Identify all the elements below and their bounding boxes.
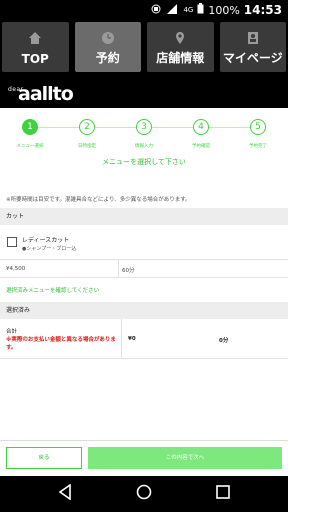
nav-mypage-label: マイページ bbox=[222, 51, 283, 65]
logo-bar: dear aallto bbox=[0, 76, 288, 108]
nav-shop-info-label: 店舗情報 bbox=[156, 51, 205, 65]
step-5-number: 5 bbox=[250, 119, 266, 135]
nav-shop-info-button[interactable]: 店舗情報 bbox=[147, 22, 214, 72]
step-5-label: 予約完了 bbox=[249, 144, 267, 149]
total-divider bbox=[121, 319, 122, 359]
map-pin-icon bbox=[173, 31, 187, 49]
selected-section-header: 選択済み bbox=[0, 302, 288, 319]
duration-note: ※所要時間は目安です。混雑具合などにより、多少異なる場合があります。 bbox=[6, 197, 191, 203]
cut-section-header: カット bbox=[0, 208, 288, 225]
menu-item-price: ¥4,500 bbox=[6, 266, 26, 272]
back-triangle-icon[interactable] bbox=[58, 483, 72, 504]
menu-price-row: ¥4,500 60分 bbox=[0, 260, 288, 278]
price-divider bbox=[118, 260, 119, 278]
footer-actions: 戻る この内容で次へ bbox=[0, 440, 288, 476]
menu-item-ladies-cut[interactable]: レディースカット ●シャンプー・ブロー込 bbox=[0, 225, 288, 260]
confirm-selected-link[interactable]: 選択済みメニューを確認してください bbox=[6, 286, 99, 294]
step-3: 3 情報入力 bbox=[115, 119, 173, 149]
status-bar: 4G 100% 14:53 bbox=[0, 0, 288, 20]
nav-reserve-button[interactable]: 予約 bbox=[74, 22, 141, 72]
clock-icon bbox=[101, 31, 115, 49]
next-button[interactable]: この内容で次へ bbox=[88, 447, 282, 469]
system-navigation-bar bbox=[0, 476, 288, 512]
menu-item-description: ●シャンプー・ブロー込 bbox=[22, 246, 77, 252]
nav-reserve-label: 予約 bbox=[95, 51, 120, 65]
step-1: 1 メニュー選択 bbox=[1, 119, 59, 149]
status-icons: 4G 100% 14:53 bbox=[151, 3, 282, 17]
top-navigation: TOP 予約 店舗情報 マイページ bbox=[0, 20, 288, 76]
step-4-label: 予約確認 bbox=[192, 144, 210, 149]
total-label: 合計 bbox=[6, 329, 18, 335]
step-1-label: メニュー選択 bbox=[16, 144, 44, 149]
total-warning: ※実際のお支払い金額と異なる場合があります。 bbox=[6, 337, 116, 351]
home-icon bbox=[28, 31, 42, 49]
step-1-number: 1 bbox=[22, 119, 38, 135]
menu-item-name: レディースカット bbox=[22, 237, 70, 244]
menu-item-duration: 60分 bbox=[122, 268, 135, 274]
back-button[interactable]: 戻る bbox=[6, 447, 82, 469]
battery-icon bbox=[197, 3, 204, 17]
step-4-number: 4 bbox=[193, 119, 209, 135]
step-3-number: 3 bbox=[136, 119, 152, 135]
battery-level: 100% bbox=[208, 3, 240, 17]
step-5: 5 予約完了 bbox=[229, 119, 287, 149]
logo-main-text: aallto bbox=[18, 83, 74, 105]
total-price: ¥0 bbox=[128, 336, 136, 342]
nav-top-label: TOP bbox=[21, 52, 49, 66]
total-duration: 0分 bbox=[219, 338, 229, 344]
recents-square-icon[interactable] bbox=[216, 484, 230, 503]
step-2-number: 2 bbox=[79, 119, 95, 135]
home-circle-icon[interactable] bbox=[136, 484, 152, 504]
signal-label: 4G bbox=[183, 6, 194, 14]
total-row: 合計 ※実際のお支払い金額と異なる場合があります。 ¥0 0分 bbox=[0, 319, 288, 359]
clock: 14:53 bbox=[243, 3, 282, 17]
signal-icon bbox=[165, 3, 179, 17]
person-card-icon bbox=[246, 31, 260, 49]
step-2-label: 日時指定 bbox=[78, 144, 96, 149]
step-2: 2 日時指定 bbox=[58, 119, 116, 149]
step-3-label: 情報入力 bbox=[135, 144, 153, 149]
instruction-text: メニューを選択して下さい bbox=[102, 158, 186, 166]
ladies-cut-checkbox[interactable] bbox=[7, 237, 17, 247]
step-4: 4 予約確認 bbox=[172, 119, 230, 149]
nav-mypage-button[interactable]: マイページ bbox=[219, 22, 286, 72]
notification-icon bbox=[151, 4, 161, 17]
nav-top-button[interactable]: TOP bbox=[2, 22, 69, 72]
